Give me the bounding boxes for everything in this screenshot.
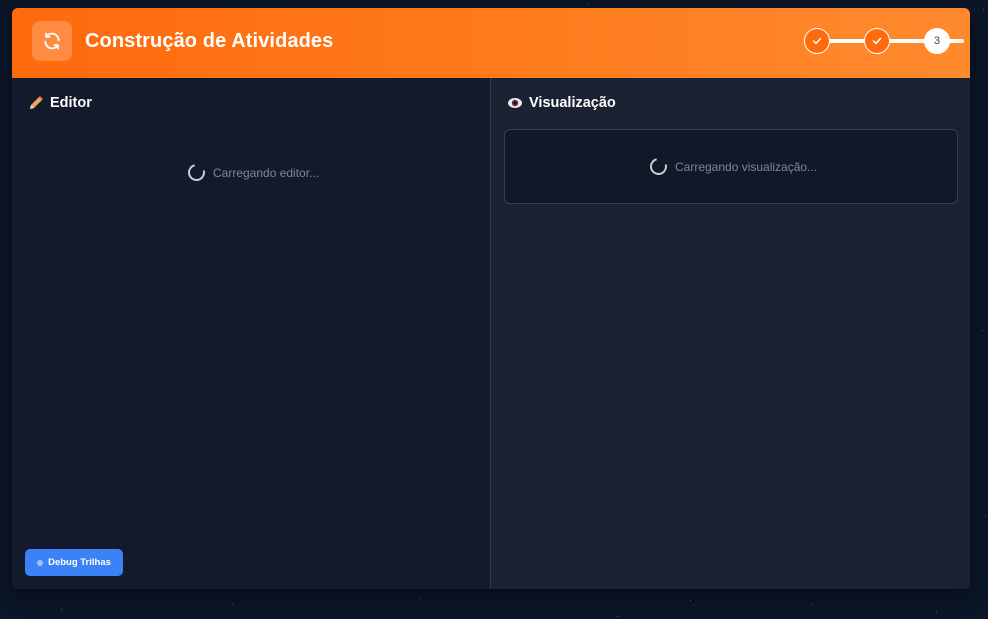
preview-heading: Visualização [507,95,616,111]
app-header: Construção de Atividades 3 [12,8,970,78]
debug-button-label: Debug Trilhas [48,557,111,568]
spinner-icon [184,160,209,185]
step-3-label: 3 [933,35,941,47]
editor-heading: Editor [28,95,92,111]
preview-panel: Visualização Carregando visualização... [491,78,970,589]
editor-loading: Carregando editor... [184,160,320,185]
editor-heading-label: Editor [50,95,92,111]
eye-icon [508,98,522,108]
check-icon [812,37,822,45]
refresh-icon [32,21,72,61]
step-3[interactable]: 3 [924,28,950,54]
editor-panel: Editor Carregando editor... Debug Trilha… [12,78,491,589]
debug-trilhas-button[interactable]: Debug Trilhas [25,549,123,576]
app-window: Construção de Atividades 3 Editor Carreg… [12,8,970,589]
step-1[interactable] [804,28,830,54]
dot-icon [37,559,44,566]
page-title: Construção de Atividades [85,30,334,52]
preview-loading-text: Carregando visualização... [675,159,818,174]
preview-container: Carregando visualização... [504,129,958,204]
preview-loading: Carregando visualização... [646,154,818,179]
preview-heading-label: Visualização [529,95,616,111]
spinner-icon [646,154,671,179]
pencil-icon [30,96,43,109]
check-icon [872,37,882,45]
editor-loading-text: Carregando editor... [213,165,320,180]
step-2[interactable] [864,28,890,54]
step-progress: 3 [804,28,964,54]
